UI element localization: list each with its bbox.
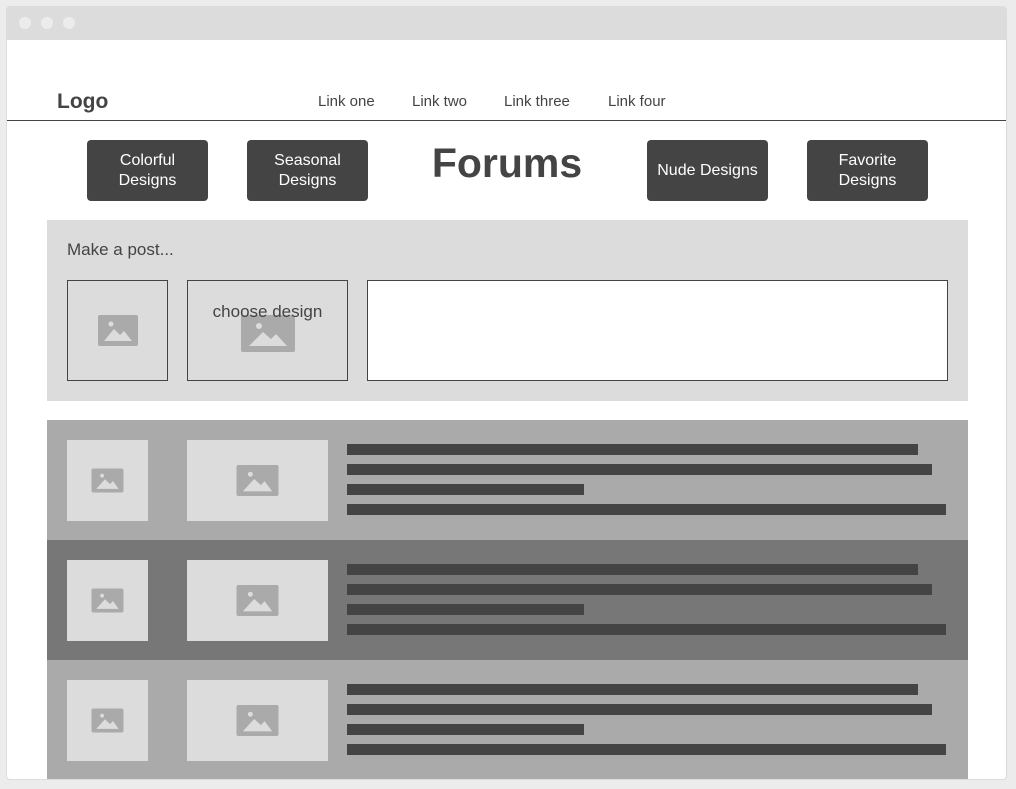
image-icon	[91, 708, 124, 733]
post-feed	[47, 420, 968, 779]
window-minimize-dot[interactable]	[41, 17, 53, 29]
feed-post-row[interactable]	[47, 660, 968, 779]
image-icon	[236, 585, 279, 616]
choose-design-box[interactable]: choose design	[187, 280, 348, 381]
text-placeholder-line	[347, 704, 932, 715]
text-placeholder-line	[347, 564, 918, 575]
post-text-input[interactable]	[367, 280, 948, 381]
site-header: Logo Link one Link two Link three Link f…	[7, 40, 1006, 121]
window-titlebar	[7, 7, 1006, 40]
nude-designs-button[interactable]: Nude Designs	[647, 140, 768, 201]
site-logo[interactable]: Logo	[57, 90, 108, 114]
feed-post-row[interactable]	[47, 420, 968, 540]
colorful-designs-button[interactable]: Colorful Designs	[87, 140, 208, 201]
text-placeholder-line	[347, 724, 584, 735]
text-placeholder-line	[347, 444, 918, 455]
text-placeholder-line	[347, 504, 946, 515]
favorite-designs-button[interactable]: Favorite Designs	[807, 140, 928, 201]
text-placeholder-line	[347, 464, 932, 475]
nav-link-four[interactable]: Link four	[608, 93, 666, 110]
window-maximize-dot[interactable]	[63, 17, 75, 29]
seasonal-designs-button[interactable]: Seasonal Designs	[247, 140, 368, 201]
nav-link-three[interactable]: Link three	[504, 93, 570, 110]
post-composer: Make a post... choose design	[47, 220, 968, 401]
post-thumbnail-small[interactable]	[67, 560, 148, 641]
image-icon	[98, 315, 138, 346]
post-thumbnail-large[interactable]	[187, 680, 328, 761]
browser-window: Logo Link one Link two Link three Link f…	[6, 6, 1007, 780]
nav-link-two[interactable]: Link two	[412, 93, 467, 110]
text-placeholder-line	[347, 484, 584, 495]
composer-prompt: Make a post...	[67, 240, 174, 259]
page-title: Forums	[431, 140, 583, 186]
image-icon	[91, 588, 124, 613]
image-upload-box[interactable]	[67, 280, 168, 381]
window-close-dot[interactable]	[19, 17, 31, 29]
image-icon	[236, 465, 279, 496]
text-placeholder-line	[347, 584, 932, 595]
choose-design-label: choose design	[212, 302, 323, 321]
text-placeholder-line	[347, 744, 946, 755]
text-placeholder-line	[347, 604, 584, 615]
nav-link-one[interactable]: Link one	[318, 93, 375, 110]
post-thumbnail-large[interactable]	[187, 440, 328, 521]
post-thumbnail-large[interactable]	[187, 560, 328, 641]
image-icon	[91, 468, 124, 493]
image-icon	[236, 705, 279, 736]
text-placeholder-line	[347, 624, 946, 635]
text-placeholder-line	[347, 684, 918, 695]
feed-post-row[interactable]	[47, 540, 968, 660]
post-thumbnail-small[interactable]	[67, 440, 148, 521]
post-thumbnail-small[interactable]	[67, 680, 148, 761]
